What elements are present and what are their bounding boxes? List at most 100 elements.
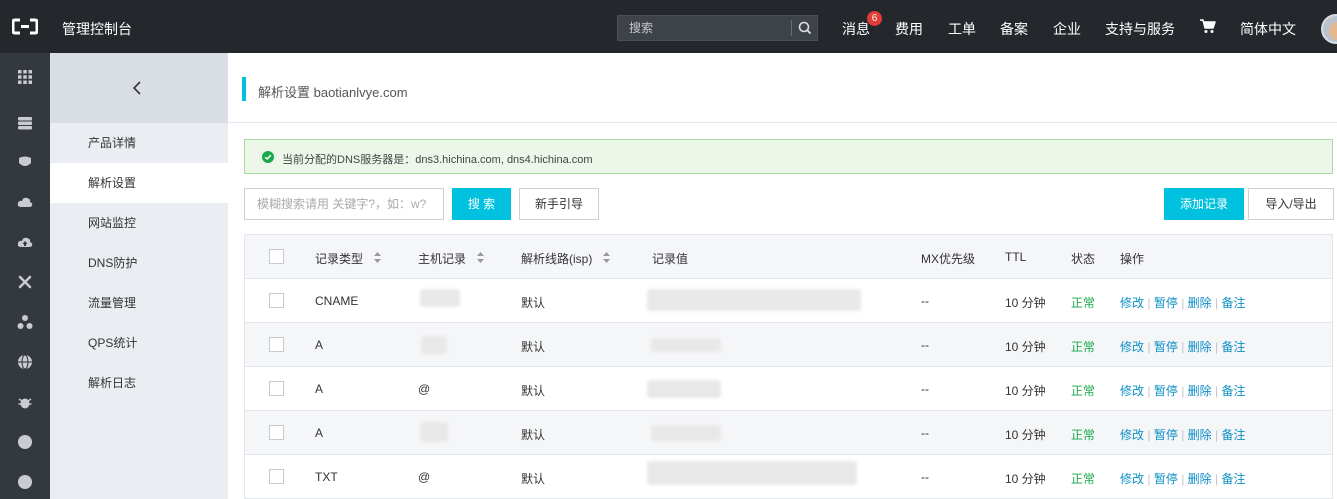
nav-tickets[interactable]: 工单 <box>948 19 976 39</box>
row-checkbox[interactable] <box>269 293 284 308</box>
row-checkbox[interactable] <box>269 381 284 396</box>
bug-icon[interactable] <box>17 394 33 410</box>
header-type[interactable]: 记录类型 <box>315 250 363 267</box>
record-ttl: 10 分钟 <box>1005 384 1046 398</box>
record-type: A <box>315 426 324 440</box>
record-mx: -- <box>921 470 929 484</box>
op-separator: | <box>1181 340 1185 354</box>
nav-billing[interactable]: 费用 <box>895 19 923 39</box>
nav-support[interactable]: 支持与服务 <box>1105 19 1175 39</box>
cart-icon[interactable] <box>1199 19 1216 34</box>
redacted-value <box>647 380 721 398</box>
guide-button[interactable]: 新手引导 <box>519 188 599 220</box>
cluster-icon[interactable] <box>17 314 33 330</box>
search-icon[interactable] <box>797 20 813 36</box>
header-line[interactable]: 解析线路(isp) <box>521 250 592 267</box>
sort-icon[interactable] <box>603 252 610 263</box>
chevron-left-icon[interactable] <box>131 80 143 96</box>
edit-link[interactable]: 修改 <box>1120 296 1144 310</box>
edit-link[interactable]: 修改 <box>1120 384 1144 398</box>
delete-link[interactable]: 删除 <box>1188 384 1212 398</box>
op-separator: | <box>1147 472 1151 486</box>
pause-link[interactable]: 暂停 <box>1154 340 1178 354</box>
main-content: 解析设置 baotianlvye.com 当前分配的DNS服务器是：dns3.h… <box>228 53 1337 499</box>
op-separator: | <box>1147 296 1151 310</box>
note-link[interactable]: 备注 <box>1221 472 1245 486</box>
sidebar-item-dns-settings[interactable]: 解析设置 <box>50 163 228 203</box>
row-checkbox[interactable] <box>269 425 284 440</box>
import-export-button[interactable]: 导入/导出 <box>1248 188 1334 220</box>
select-all-checkbox[interactable] <box>269 249 284 264</box>
note-link[interactable]: 备注 <box>1221 428 1245 442</box>
row-checkbox[interactable] <box>269 469 284 484</box>
header-host[interactable]: 主机记录 <box>418 250 466 267</box>
sidebar-item-qps[interactable]: QPS统计 <box>50 323 228 363</box>
delete-link[interactable]: 删除 <box>1188 428 1212 442</box>
network-icon[interactable] <box>17 274 33 290</box>
sidebar-item-dns-protection[interactable]: DNS防护 <box>50 243 228 283</box>
circle-icon[interactable] <box>17 434 33 450</box>
sidebar-item-site-monitor[interactable]: 网站监控 <box>50 203 228 243</box>
chip-icon[interactable] <box>17 154 33 170</box>
note-link[interactable]: 备注 <box>1221 340 1245 354</box>
title-accent-bar <box>242 77 246 101</box>
sort-icon[interactable] <box>374 252 381 263</box>
note-link[interactable]: 备注 <box>1221 296 1245 310</box>
global-search-input[interactable] <box>618 16 790 40</box>
op-separator: | <box>1181 472 1185 486</box>
edit-link[interactable]: 修改 <box>1120 472 1144 486</box>
record-host: @ <box>418 382 431 396</box>
circle-icon[interactable] <box>17 474 33 490</box>
op-separator: | <box>1181 296 1185 310</box>
nav-language[interactable]: 简体中文 <box>1240 19 1296 39</box>
record-line: 默认 <box>521 428 546 442</box>
redacted-value <box>651 338 721 352</box>
record-actions: 修改 | 暂停 | 删除 | 备注 <box>1120 338 1246 355</box>
search-button[interactable]: 搜 索 <box>452 188 511 220</box>
table-row: CNAME 默认 -- 10 分钟 正常 修改 | 暂停 | 删除 | 备注 <box>245 279 1332 323</box>
grid-apps-icon[interactable] <box>17 69 33 85</box>
record-status: 正常 <box>1071 340 1096 354</box>
record-search-input[interactable] <box>244 188 444 220</box>
op-separator: | <box>1147 340 1151 354</box>
cloud-upload-icon[interactable] <box>17 234 33 250</box>
page-title: 解析设置 baotianlvye.com <box>258 85 408 100</box>
pause-link[interactable]: 暂停 <box>1154 472 1178 486</box>
row-checkbox[interactable] <box>269 337 284 352</box>
back-button[interactable] <box>50 53 228 123</box>
op-separator: | <box>1147 384 1151 398</box>
server-icon[interactable] <box>17 115 33 131</box>
nav-enterprise[interactable]: 企业 <box>1053 19 1081 39</box>
table-row: TXT @ 默认 -- 10 分钟 正常 修改 | 暂停 | 删除 | 备注 <box>245 455 1332 499</box>
pause-link[interactable]: 暂停 <box>1154 296 1178 310</box>
add-record-button[interactable]: 添加记录 <box>1164 188 1244 220</box>
nav-messages[interactable]: 消息 <box>842 19 870 39</box>
delete-link[interactable]: 删除 <box>1188 296 1212 310</box>
avatar-face <box>1329 22 1337 40</box>
record-type: A <box>315 382 324 396</box>
avatar[interactable] <box>1321 14 1337 44</box>
note-link[interactable]: 备注 <box>1221 384 1245 398</box>
cloud-icon[interactable] <box>17 194 33 210</box>
logo-icon[interactable] <box>12 18 38 35</box>
globe-icon[interactable] <box>17 354 33 370</box>
sidebar-item-dns-log[interactable]: 解析日志 <box>50 363 228 403</box>
pause-link[interactable]: 暂停 <box>1154 384 1178 398</box>
nav-icp[interactable]: 备案 <box>1000 19 1028 39</box>
header-actions: 操作 <box>1120 252 1145 266</box>
sidebar-item-traffic[interactable]: 流量管理 <box>50 283 228 323</box>
global-search <box>617 15 818 41</box>
table-row: A @ 默认 -- 10 分钟 正常 修改 | 暂停 | 删除 | 备注 <box>245 367 1332 411</box>
record-status: 正常 <box>1071 296 1096 310</box>
edit-link[interactable]: 修改 <box>1120 340 1144 354</box>
edit-link[interactable]: 修改 <box>1120 428 1144 442</box>
record-actions: 修改 | 暂停 | 删除 | 备注 <box>1120 470 1246 487</box>
sidebar-item-product-detail[interactable]: 产品详情 <box>50 123 228 163</box>
record-ttl: 10 分钟 <box>1005 428 1046 442</box>
pause-link[interactable]: 暂停 <box>1154 428 1178 442</box>
delete-link[interactable]: 删除 <box>1188 340 1212 354</box>
console-title[interactable]: 管理控制台 <box>62 19 132 39</box>
delete-link[interactable]: 删除 <box>1188 472 1212 486</box>
sort-icon[interactable] <box>477 252 484 263</box>
check-circle-icon <box>262 151 274 163</box>
